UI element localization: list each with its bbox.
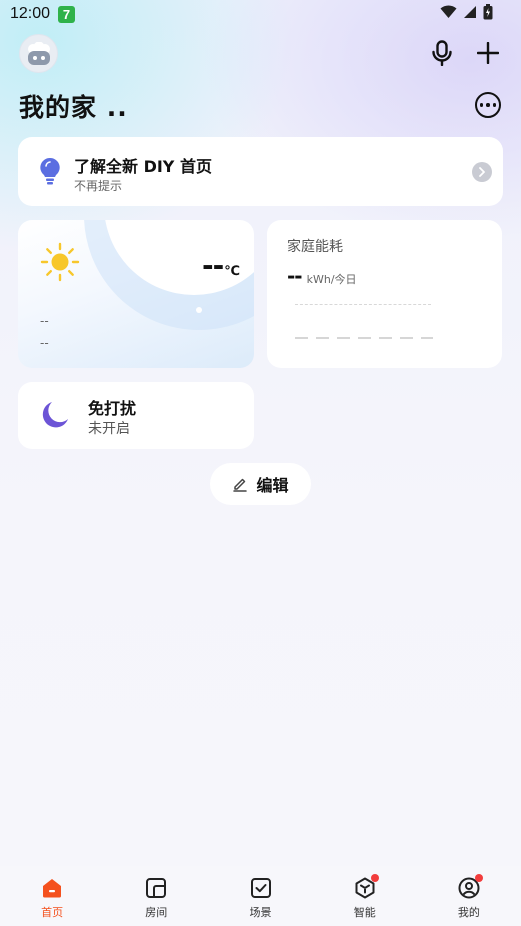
status-time: 12:00 (10, 5, 51, 22)
status-bar: 12:00 7 (0, 0, 521, 28)
sun-icon (40, 242, 80, 282)
temperature-value: -- (202, 249, 224, 282)
tip-open-button[interactable] (472, 162, 492, 182)
dnd-status: 未开启 (88, 421, 130, 437)
home-title[interactable]: 我的家 .. (19, 88, 128, 124)
wifi-icon (440, 5, 457, 18)
microphone-icon (432, 40, 452, 66)
dismiss-tip-link[interactable]: 不再提示 (74, 177, 122, 194)
notification-dot (474, 874, 483, 882)
home-icon (43, 879, 62, 898)
energy-chart-guideline (295, 304, 431, 305)
energy-unit: kWh/今日 (306, 273, 357, 286)
avatar[interactable] (19, 34, 58, 73)
temperature-readout: -- ℃ (202, 252, 240, 280)
temperature-unit: ℃ (224, 264, 240, 279)
more-dot-icon (492, 103, 497, 107)
pencil-icon (233, 478, 248, 492)
add-button[interactable] (473, 38, 503, 68)
weather-info-line: -- (40, 314, 49, 328)
tab-profile[interactable]: 我的 (417, 866, 521, 926)
moon-icon (42, 402, 68, 428)
weather-card[interactable]: -- ℃ -- -- (18, 220, 254, 368)
energy-chart-placeholder (295, 337, 433, 339)
tab-home[interactable]: 首页 (0, 866, 104, 926)
weather-decor-dot (196, 307, 202, 313)
energy-readout: -- kWh/今日 (287, 264, 357, 288)
bottom-tab-bar: 首页 房间 场景 智能 我的 (0, 866, 521, 926)
status-icons (440, 4, 493, 20)
more-options-button[interactable] (475, 92, 501, 118)
voice-button[interactable] (427, 38, 457, 68)
do-not-disturb-card[interactable]: 免打扰 未开启 (18, 382, 254, 449)
more-dot-icon (486, 103, 490, 107)
diy-tip-card[interactable]: 了解全新 DIY 首页 不再提示 (18, 137, 503, 206)
lightbulb-icon (40, 157, 60, 185)
tip-title: 了解全新 DIY 首页 (74, 157, 212, 176)
room-icon (146, 878, 167, 898)
energy-title: 家庭能耗 (287, 239, 343, 255)
weather-info-line: -- (40, 336, 49, 350)
tab-label: 智能 (353, 906, 376, 919)
dnd-title: 免打扰 (88, 399, 137, 418)
plus-icon (477, 42, 499, 64)
chevron-right-icon (479, 167, 485, 177)
energy-card[interactable]: 家庭能耗 -- kWh/今日 (267, 220, 502, 368)
edit-button[interactable]: 编辑 (210, 463, 311, 505)
more-dot-icon (479, 103, 484, 107)
edit-label: 编辑 (256, 476, 289, 495)
robot-avatar-icon (27, 41, 50, 65)
tab-scenes[interactable]: 场景 (208, 866, 312, 926)
notification-dot (370, 874, 379, 882)
cell-signal-icon (464, 6, 476, 18)
app-notification-badge: 7 (58, 5, 76, 23)
energy-value: -- (287, 264, 303, 288)
tab-label: 房间 (145, 906, 168, 919)
tab-label: 我的 (457, 906, 480, 919)
tab-label: 首页 (41, 906, 64, 919)
tab-smart[interactable]: 智能 (313, 866, 417, 926)
tab-rooms[interactable]: 房间 (104, 866, 208, 926)
battery-icon (483, 4, 493, 20)
scene-icon (250, 878, 271, 898)
tab-label: 场景 (249, 906, 272, 919)
